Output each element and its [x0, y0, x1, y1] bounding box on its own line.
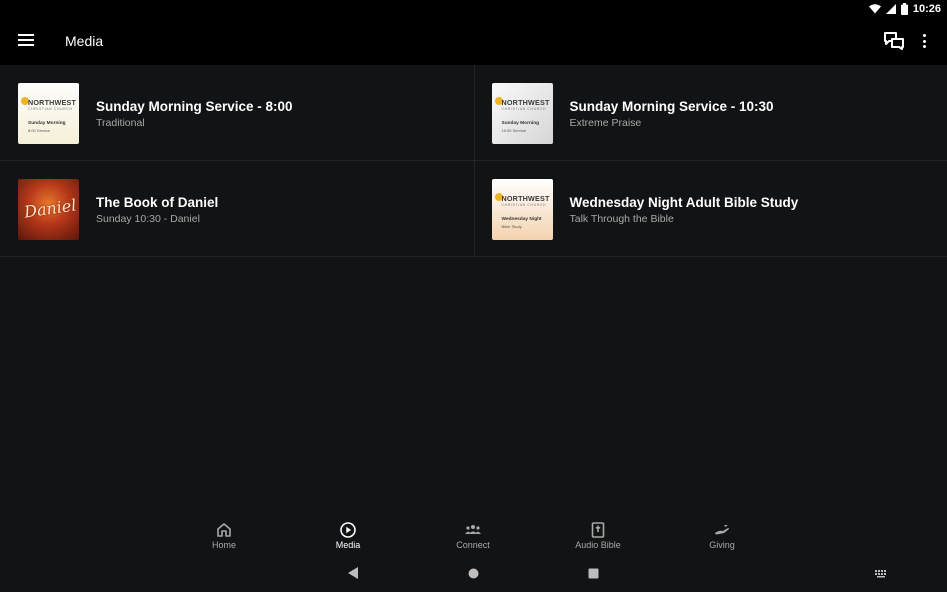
- system-nav-bar: [0, 556, 947, 592]
- cell-signal-icon: [885, 4, 896, 14]
- app-bar: Media: [0, 18, 947, 65]
- menu-icon[interactable]: [18, 34, 34, 48]
- media-thumbnail: Daniel: [18, 179, 79, 240]
- giving-hand-icon: [715, 524, 729, 535]
- thumb-line1: Wednesday Night: [501, 217, 542, 222]
- media-row: Daniel The Book of Daniel Sunday 10:30 -…: [0, 161, 947, 257]
- nav-giving[interactable]: Giving: [682, 510, 762, 556]
- thumb-brand: NORTHWEST: [501, 194, 550, 203]
- home-circle-icon[interactable]: [468, 568, 479, 579]
- thumb-line2: Bible Study: [501, 224, 522, 229]
- media-card-sunday-1030[interactable]: NORTHWEST CHRISTIAN CHURCH Sunday Mornin…: [473, 65, 947, 161]
- thumb-brand-sub: CHRISTIAN CHURCH: [501, 107, 547, 111]
- media-title: Sunday Morning Service - 8:00: [96, 99, 293, 114]
- status-bar: 10:26: [0, 0, 947, 18]
- wifi-icon: [868, 4, 881, 14]
- media-subtitle: Traditional: [96, 117, 145, 129]
- page-title: Media: [65, 33, 104, 49]
- nav-home[interactable]: Home: [184, 510, 264, 556]
- media-subtitle: Extreme Praise: [569, 117, 642, 129]
- recents-icon[interactable]: [588, 568, 599, 579]
- nav-label: Home: [211, 540, 236, 550]
- media-thumbnail: NORTHWEST CHRISTIAN CHURCH Sunday Mornin…: [491, 83, 553, 144]
- media-grid: NORTHWEST CHRISTIAN CHURCH Sunday Mornin…: [0, 65, 947, 257]
- media-title: Sunday Morning Service - 10:30: [569, 99, 774, 114]
- chat-icon[interactable]: [884, 32, 904, 50]
- media-thumbnail: NORTHWEST CHRISTIAN CHURCH Sunday Mornin…: [18, 83, 79, 144]
- thumb-brand: NORTHWEST: [28, 98, 77, 107]
- nav-media[interactable]: Media: [308, 510, 388, 556]
- more-vert-icon[interactable]: [917, 32, 931, 50]
- media-thumbnail: NORTHWEST CHRISTIAN CHURCH Wednesday Nig…: [491, 179, 553, 240]
- media-card-sunday-8[interactable]: NORTHWEST CHRISTIAN CHURCH Sunday Mornin…: [0, 65, 474, 161]
- thumb-line2: 8:00 Service: [28, 128, 51, 133]
- thumb-brand: NORTHWEST: [501, 98, 550, 107]
- nav-label: Giving: [709, 540, 735, 550]
- back-icon[interactable]: [347, 566, 359, 580]
- thumb-art-text: Daniel: [22, 195, 78, 222]
- media-subtitle: Talk Through the Bible: [569, 213, 674, 225]
- media-subtitle: Sunday 10:30 - Daniel: [96, 213, 200, 225]
- thumb-brand-sub: CHRISTIAN CHURCH: [28, 107, 73, 111]
- status-time: 10:26: [912, 3, 941, 15]
- thumb-line1: Sunday Morning: [501, 121, 540, 126]
- media-row: NORTHWEST CHRISTIAN CHURCH Sunday Mornin…: [0, 65, 947, 161]
- play-circle-icon: [340, 522, 356, 538]
- nav-connect[interactable]: Connect: [433, 510, 513, 556]
- thumb-brand-sub: CHRISTIAN CHURCH: [501, 203, 547, 207]
- media-card-wednesday[interactable]: NORTHWEST CHRISTIAN CHURCH Wednesday Nig…: [473, 161, 947, 257]
- media-title: The Book of Daniel: [96, 195, 219, 210]
- keyboard-icon[interactable]: [875, 570, 887, 578]
- media-title: Wednesday Night Adult Bible Study: [569, 195, 799, 210]
- nav-label: Connect: [456, 540, 490, 550]
- nav-label: Audio Bible: [575, 540, 621, 550]
- thumb-line1: Sunday Morning: [28, 121, 66, 126]
- battery-icon: [900, 3, 908, 15]
- bottom-nav: Home Media Connect Audio Bible Giving: [0, 510, 947, 556]
- bible-icon: [591, 522, 605, 538]
- thumb-line2: 10:30 Service: [501, 128, 526, 133]
- home-icon: [217, 523, 231, 537]
- group-icon: [465, 525, 481, 534]
- nav-label: Media: [335, 540, 361, 550]
- media-card-daniel[interactable]: Daniel The Book of Daniel Sunday 10:30 -…: [0, 161, 474, 257]
- nav-audio-bible[interactable]: Audio Bible: [558, 510, 638, 556]
